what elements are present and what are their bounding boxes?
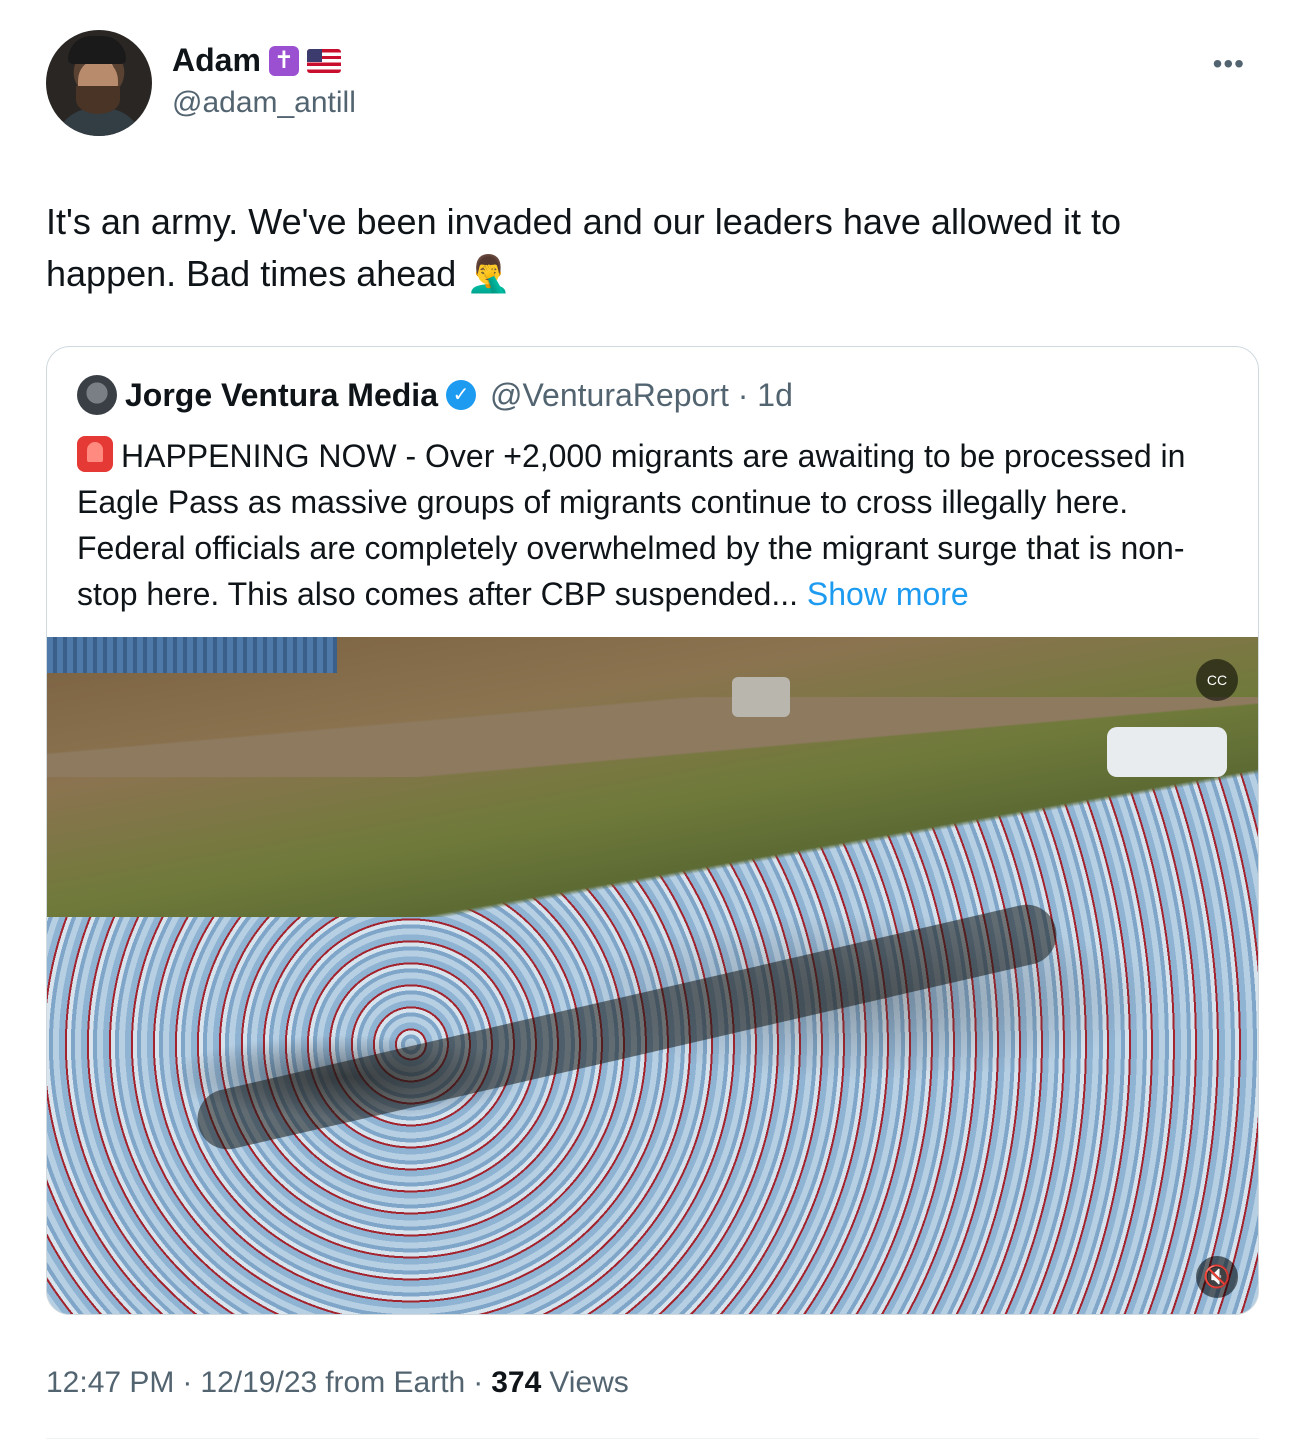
video-field-area: [47, 637, 1258, 917]
quoted-tweet-card[interactable]: Jorge Ventura Media ✓ @VenturaReport · 1…: [46, 346, 1259, 1315]
meta-separator: ·: [473, 1366, 484, 1399]
siren-emoji-icon: [77, 436, 113, 472]
quoted-author-avatar[interactable]: [77, 375, 117, 415]
author-name-line: Adam ✝: [172, 42, 341, 79]
tweet-time[interactable]: 12:47 PM: [46, 1366, 174, 1400]
avatar-cap: [68, 36, 126, 64]
tweet-date[interactable]: 12/19/23: [200, 1366, 317, 1400]
author-display-name[interactable]: Adam: [172, 42, 261, 79]
author-avatar[interactable]: [46, 30, 152, 136]
video-fence: [47, 637, 337, 673]
quoted-author-handle: @VenturaReport · 1d: [489, 376, 793, 413]
quoted-tweet-header: Jorge Ventura Media ✓ @VenturaReport · 1…: [77, 375, 793, 415]
tweet-source: from Earth: [325, 1366, 466, 1399]
tweet-text: It's an army. We've been invaded and our…: [46, 196, 1246, 300]
quoted-tweet-text: HAPPENING NOW - Over +2,000 migrants are…: [77, 433, 1237, 617]
quoted-handle-text: @VenturaReport: [489, 376, 729, 413]
cross-emoji-icon: ✝: [268, 45, 299, 76]
tweet-meta: 12:47 PM · 12/19/23 from Earth · 374 Vie…: [46, 1366, 629, 1400]
video-path: [191, 898, 1063, 1156]
tweet-header: Adam ✝ @adam_antill •••: [46, 30, 1259, 140]
quoted-author-name[interactable]: Jorge Ventura Media: [125, 377, 438, 414]
closed-captions-icon[interactable]: CC: [1196, 659, 1238, 701]
meta-separator: ·: [182, 1366, 193, 1399]
quoted-text-content: HAPPENING NOW - Over +2,000 migrants are…: [77, 438, 1186, 612]
quoted-video[interactable]: CC 🔇: [47, 637, 1258, 1314]
muted-volume-icon[interactable]: 🔇: [1196, 1256, 1238, 1298]
more-options-icon[interactable]: •••: [1213, 48, 1245, 80]
video-vehicle: [732, 677, 790, 717]
author-handle[interactable]: @adam_antill: [172, 86, 356, 120]
verified-badge-icon: ✓: [445, 380, 476, 410]
video-road: [47, 697, 1258, 777]
video-tent: [1107, 727, 1227, 777]
show-more-link[interactable]: Show more: [807, 576, 969, 612]
us-flag-icon: [306, 48, 341, 73]
quoted-time[interactable]: 1d: [757, 377, 793, 413]
avatar-beard: [76, 86, 120, 114]
views-count: 374: [491, 1366, 542, 1399]
face-palm-emoji-icon: 🤦‍♂️: [466, 253, 512, 294]
tweet-text-content: It's an army. We've been invaded and our…: [46, 201, 1122, 294]
views-label: Views: [549, 1366, 629, 1399]
